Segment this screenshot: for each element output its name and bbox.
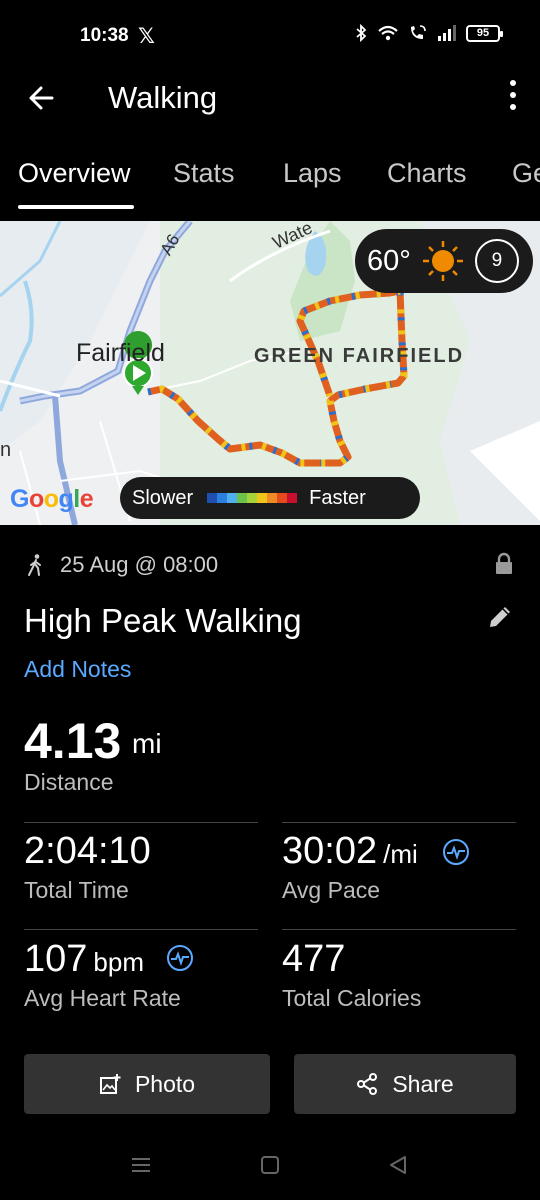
share-button-label: Share (392, 1070, 454, 1097)
active-tab-indicator (18, 205, 134, 209)
legend-swatch (237, 493, 248, 503)
bluetooth-icon (356, 24, 367, 42)
wifi-icon (378, 25, 398, 41)
tab-laps[interactable]: Laps (283, 158, 342, 189)
system-nav-bar (0, 1140, 540, 1200)
recent-apps-icon[interactable] (130, 1154, 152, 1176)
total-time-value: 2:04:10 (24, 830, 151, 872)
distance-label: Distance (24, 769, 114, 795)
battery-icon: 95 (466, 24, 503, 42)
legend-swatch (207, 493, 218, 503)
total-time-label: Total Time (24, 877, 129, 903)
avg-pace-stat: 30:02/mi (282, 830, 418, 873)
avg-hr-label: Avg Heart Rate (24, 985, 181, 1011)
walking-person-icon (28, 554, 41, 576)
wind-icon: 9 (474, 239, 519, 283)
page-title: Walking (108, 80, 218, 115)
map-edge-label: n (0, 439, 12, 461)
share-icon (357, 1073, 378, 1095)
wifi-call-icon (411, 25, 426, 39)
heart-rate-icon[interactable] (166, 944, 194, 972)
tab-bar: Overview Stats Laps Charts Ge (0, 150, 540, 210)
wind-speed: 9 (491, 250, 503, 271)
lock-icon[interactable] (494, 552, 514, 576)
weather-temp: 60° (367, 244, 411, 277)
back-nav-icon[interactable] (387, 1154, 409, 1176)
photo-button-label: Photo (134, 1070, 196, 1097)
avg-hr-value: 107 (24, 938, 88, 980)
legend-color-bar (207, 493, 298, 503)
legend-swatch (267, 493, 278, 503)
arrow-left-icon[interactable] (22, 78, 62, 118)
route-map[interactable]: Fairfield GREEN FAIRFIELD A6 Wate n Goog… (0, 221, 540, 525)
add-photo-icon (99, 1074, 121, 1094)
pace-chart-icon[interactable] (442, 838, 470, 866)
activity-meta: 25 Aug @ 08:00 (24, 548, 516, 582)
sun-icon (422, 241, 463, 281)
avg-pace-unit: /mi (383, 839, 418, 869)
signal-icon (438, 25, 456, 41)
avg-hr-unit: bpm (93, 947, 144, 977)
legend-swatch (247, 493, 258, 503)
legend-faster: Faster (309, 486, 366, 509)
calories-label: Total Calories (282, 985, 422, 1011)
more-vertical-icon[interactable] (506, 80, 520, 110)
home-icon[interactable] (259, 1154, 281, 1176)
system-icons: 95 (354, 24, 503, 42)
tab-charts[interactable]: Charts (387, 158, 467, 189)
add-notes-link[interactable]: Add Notes (24, 656, 131, 683)
distance-value: 4.13 (24, 713, 122, 769)
avg-pace-label: Avg Pace (282, 877, 381, 903)
weather-badge[interactable]: 60° 9 (355, 229, 533, 293)
status-bar: 10:38 𝕏 95 (0, 0, 540, 72)
pace-legend: Slower Faster (120, 477, 420, 519)
legend-swatch (257, 493, 268, 503)
avg-pace-value: 30:02 (282, 830, 378, 872)
divider (282, 822, 516, 823)
legend-swatch (217, 493, 228, 503)
app-header: Walking (0, 72, 540, 132)
map-town-label: Fairfield (76, 339, 165, 367)
tab-gear[interactable]: Ge (512, 158, 540, 189)
divider (24, 822, 258, 823)
photo-button[interactable]: Photo (24, 1054, 270, 1114)
distance-unit: mi (132, 728, 162, 759)
activity-date: 25 Aug @ 08:00 (60, 552, 219, 577)
map-area-label: GREEN FAIRFIELD (254, 345, 465, 367)
share-button[interactable]: Share (294, 1054, 516, 1114)
legend-swatch (287, 493, 298, 503)
tab-overview[interactable]: Overview (18, 158, 131, 189)
activity-name: High Peak Walking (24, 602, 302, 639)
calories-value: 477 (282, 938, 346, 980)
x-app-icon: 𝕏 (138, 25, 155, 48)
legend-swatch (277, 493, 288, 503)
status-time: 10:38 (80, 25, 129, 46)
avg-hr-stat: 107 bpm (24, 938, 144, 981)
divider (24, 929, 258, 930)
pencil-icon[interactable] (486, 603, 514, 631)
divider (282, 929, 516, 930)
legend-slower: Slower (132, 486, 194, 509)
google-attribution: Google (10, 485, 94, 513)
legend-swatch (227, 493, 238, 503)
tab-stats[interactable]: Stats (173, 158, 235, 189)
